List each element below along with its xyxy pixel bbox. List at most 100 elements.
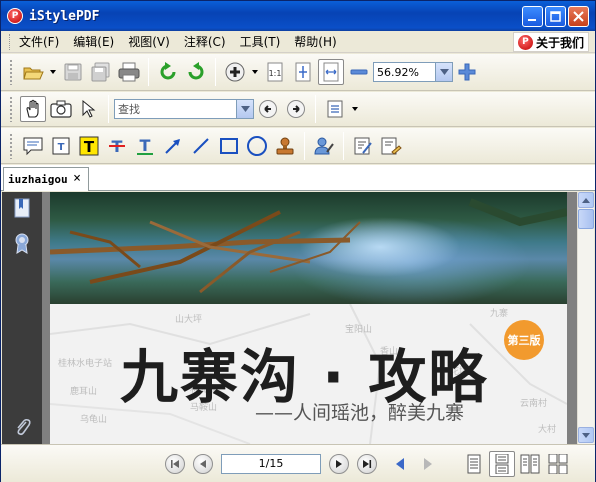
zoom-combo-dropdown-button[interactable]: [435, 63, 452, 81]
search-options-button[interactable]: [322, 96, 348, 122]
textbox-button[interactable]: T: [48, 133, 74, 159]
save-button[interactable]: [60, 59, 86, 85]
fit-page-button[interactable]: [290, 59, 316, 85]
scrollbar-thumb[interactable]: [578, 209, 594, 229]
continuous-page-icon: [495, 453, 509, 474]
fit-page-icon: [295, 62, 311, 82]
rotate-cw-icon: [188, 62, 204, 80]
underline-button[interactable]: T: [132, 133, 158, 159]
zoom-tool-button[interactable]: [222, 59, 248, 85]
stamp-button[interactable]: [272, 133, 298, 159]
open-button[interactable]: [20, 59, 46, 85]
chevron-down-icon: [439, 69, 449, 75]
close-button[interactable]: [568, 6, 589, 27]
print-button[interactable]: [116, 59, 142, 85]
actual-size-button[interactable]: 1:1: [262, 59, 288, 85]
tab-close-icon[interactable]: ×: [70, 172, 84, 186]
open-dropdown-arrow[interactable]: [50, 70, 56, 74]
hand-tool-button[interactable]: [20, 96, 46, 122]
snapshot-button[interactable]: [48, 96, 74, 122]
zoom-dropdown-arrow[interactable]: [252, 70, 258, 74]
ellipse-button[interactable]: [244, 133, 270, 159]
map-label: 乌龟山: [80, 415, 108, 425]
toolbar-navigation: 查找: [1, 92, 595, 127]
continuous-facing-view-button[interactable]: [545, 451, 571, 477]
app-logo-icon: P: [7, 8, 23, 24]
menu-comment[interactable]: 注释(C): [177, 32, 233, 52]
zoom-in-plus-button[interactable]: [454, 59, 480, 85]
previous-page-button[interactable]: [193, 453, 213, 474]
save-as-button[interactable]: [88, 59, 114, 85]
map-label: 桂林水电子站: [58, 359, 113, 369]
document-viewer[interactable]: 山大坪 宝阳山 桂林水电子站 鹿耳山 乌龟山 马鞍山 林海峰 九寨 花坪 大村 …: [42, 192, 577, 444]
rectangle-icon: [220, 137, 238, 154]
search-options-dropdown-arrow[interactable]: [352, 107, 358, 111]
next-result-button[interactable]: [283, 96, 309, 122]
bookmarks-panel-button[interactable]: [11, 197, 33, 219]
continuous-view-button[interactable]: [489, 450, 515, 477]
minimize-button[interactable]: [522, 6, 543, 27]
scroll-down-button[interactable]: [578, 427, 594, 443]
map-label: 山大坪: [175, 315, 203, 325]
rectangle-button[interactable]: [216, 133, 242, 159]
toolbar-separator: [148, 58, 149, 86]
facing-view-button[interactable]: [517, 451, 543, 477]
chevron-up-icon: [582, 197, 590, 203]
rotate-ccw-button[interactable]: [155, 59, 181, 85]
title-bar[interactable]: P iStylePDF: [1, 1, 595, 31]
prev-result-button[interactable]: [255, 96, 281, 122]
next-page-icon: [336, 459, 342, 468]
arrow-button[interactable]: [160, 133, 186, 159]
document-subtitle: ——人间瑶池，醉美九寨: [255, 402, 465, 424]
toolbar-comment: T T T T: [1, 128, 595, 164]
maximize-button[interactable]: [545, 6, 566, 27]
toolbar-grip: [9, 59, 13, 85]
page-number-input[interactable]: 1/15: [221, 453, 321, 474]
last-page-button[interactable]: [357, 453, 377, 474]
first-page-button[interactable]: [165, 453, 185, 474]
edit-form-button[interactable]: [350, 133, 376, 159]
snapshot-icon: [50, 100, 72, 118]
zoom-level-combobox[interactable]: 56.92%: [373, 62, 453, 82]
menu-file[interactable]: 文件(F): [12, 32, 66, 52]
signatures-panel-button[interactable]: [11, 232, 33, 254]
strikeout-button[interactable]: T: [104, 133, 130, 159]
form-fill-button[interactable]: [378, 133, 404, 159]
attachments-panel-button[interactable]: [11, 416, 33, 438]
zoom-out-button[interactable]: [346, 59, 372, 85]
map-label: 九寨: [490, 309, 509, 319]
actual-size-icon: 1:1: [267, 62, 283, 82]
next-page-button[interactable]: [329, 453, 349, 474]
search-input[interactable]: 查找: [114, 99, 254, 119]
arrow-icon: [165, 138, 180, 154]
search-dropdown-button[interactable]: [236, 100, 253, 118]
go-forward-button[interactable]: [415, 451, 441, 477]
line-button[interactable]: [188, 133, 214, 159]
menu-help[interactable]: 帮助(H): [287, 32, 343, 52]
scroll-up-button[interactable]: [578, 192, 594, 208]
previous-page-icon: [200, 459, 206, 468]
print-icon: [118, 62, 140, 82]
single-page-view-button[interactable]: [461, 451, 487, 477]
menu-tools[interactable]: 工具(T): [233, 32, 288, 52]
highlight-button[interactable]: T: [76, 133, 102, 159]
next-result-icon: [287, 100, 305, 118]
highlight-icon: T: [79, 136, 99, 156]
go-back-button[interactable]: [387, 451, 413, 477]
menu-view[interactable]: 视图(V): [121, 32, 177, 52]
fit-width-button[interactable]: [318, 59, 344, 85]
about-us-button[interactable]: P 关于我们: [512, 32, 589, 52]
note-icon: [23, 137, 43, 155]
note-button[interactable]: [20, 133, 46, 159]
zoom-in-icon: [225, 62, 245, 82]
document-tab[interactable]: iuzhaigou ×: [3, 167, 89, 191]
close-icon: [573, 11, 584, 22]
document-tab-label: iuzhaigou: [8, 173, 68, 186]
vertical-scrollbar[interactable]: [577, 192, 594, 444]
menu-edit[interactable]: 编辑(E): [66, 32, 121, 52]
select-tool-button[interactable]: [76, 96, 102, 122]
sign-icon: [314, 137, 334, 154]
sign-button[interactable]: [311, 133, 337, 159]
rotate-cw-button[interactable]: [183, 59, 209, 85]
toolbar-separator: [215, 58, 216, 86]
